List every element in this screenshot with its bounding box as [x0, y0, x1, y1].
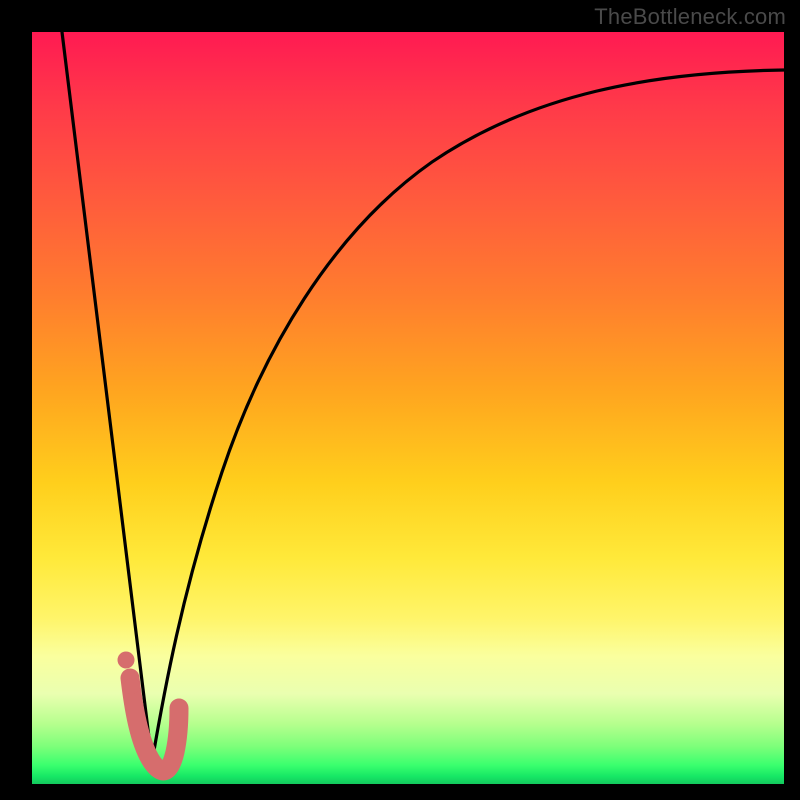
marker-dot-lower	[124, 678, 140, 694]
chart-frame: TheBottleneck.com	[0, 0, 800, 800]
curve-layer	[32, 32, 784, 784]
left-branch-curve	[62, 32, 152, 762]
right-branch-curve	[152, 70, 784, 762]
plot-area	[32, 32, 784, 784]
marker-dot-upper	[118, 652, 135, 669]
watermark-text: TheBottleneck.com	[594, 4, 786, 30]
